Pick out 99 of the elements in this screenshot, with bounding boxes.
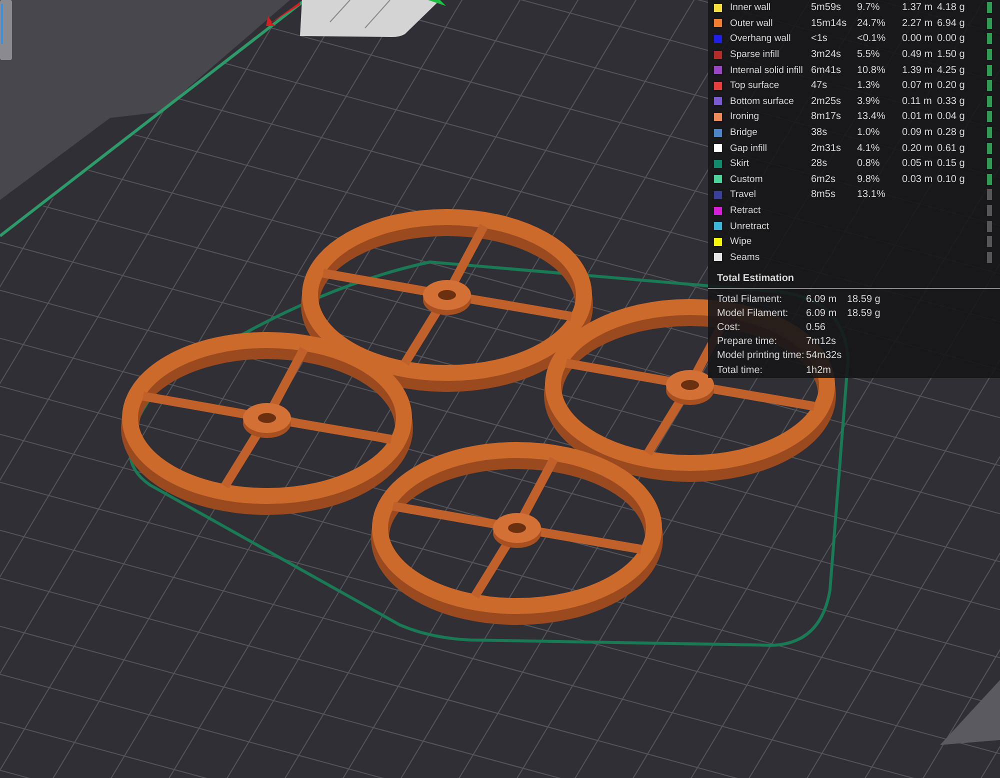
section-title: Total Estimation: [717, 272, 796, 286]
feature-name: Outer wall: [730, 18, 774, 29]
filament-weight: 0.00 g: [937, 33, 966, 44]
feature-name: Bridge: [730, 127, 758, 138]
print-time: 15m14s: [811, 18, 848, 29]
filament-weight: 1.50 g: [937, 49, 966, 60]
time-percent: 1.3%: [857, 80, 881, 92]
print-time: 6m41s: [811, 64, 842, 76]
estimate-label: Model Filament:: [717, 308, 790, 319]
estimate-value: 6.09 m: [806, 294, 838, 305]
print-time: 2m31s: [811, 142, 842, 154]
feature-name: Internal solid infill: [730, 64, 804, 76]
filament-weight: 0.61 g: [937, 142, 966, 154]
feature-name: Travel: [730, 189, 758, 200]
visibility-checkbox[interactable]: [987, 189, 992, 200]
visibility-checkbox[interactable]: [987, 127, 992, 138]
filament-length: 0.09 m: [902, 127, 934, 138]
print-time: 47s: [811, 80, 828, 92]
feature-name: Wipe: [730, 236, 753, 248]
feature-name: Retract: [730, 205, 762, 216]
feature-name: Sparse infill: [730, 49, 780, 60]
print-time: 8m5s: [811, 189, 836, 200]
print-time: <1s: [811, 33, 828, 44]
feature-name: Ironing: [730, 111, 760, 122]
filament-weight: 0.20 g: [937, 80, 966, 92]
filament-length: 0.20 m: [902, 142, 934, 154]
feature-name: Bottom surface: [730, 96, 795, 107]
time-percent: 1.0%: [857, 127, 881, 138]
visibility-checkbox[interactable]: [987, 174, 992, 185]
filament-weight: 0.15 g: [937, 158, 966, 170]
estimate-label: Total time:: [717, 364, 764, 376]
time-percent: 9.8%: [857, 174, 881, 185]
feature-name: Gap infill: [730, 142, 768, 154]
visibility-checkbox[interactable]: [987, 142, 992, 154]
filament-weight: 0.10 g: [937, 174, 966, 185]
feature-name: Custom: [730, 174, 764, 185]
print-time: 5m59s: [811, 2, 842, 14]
filament-length: 0.05 m: [902, 158, 934, 170]
estimate-label: Cost:: [717, 322, 742, 334]
time-percent: 4.1%: [857, 142, 881, 154]
time-percent: 3.9%: [857, 96, 881, 107]
time-percent: 13.1%: [857, 189, 886, 200]
visibility-checkbox[interactable]: [987, 2, 992, 14]
estimate-label: Total Filament:: [717, 294, 784, 305]
feature-name: Seams: [730, 252, 761, 263]
print-time: 8m17s: [811, 111, 842, 122]
filament-length: 2.27 m: [902, 18, 934, 29]
feature-name: Top surface: [730, 80, 780, 92]
time-percent: 9.7%: [857, 2, 881, 14]
visibility-checkbox[interactable]: [987, 33, 992, 44]
filament-weight: 6.94 g: [937, 18, 966, 29]
estimate-value: 18.59 g: [847, 294, 880, 305]
visibility-checkbox[interactable]: [987, 64, 992, 76]
feature-name: Unretract: [730, 220, 770, 232]
feature-name: Overhang wall: [730, 33, 792, 44]
filament-length: 0.03 m: [902, 174, 934, 185]
filament-length: 0.01 m: [902, 111, 934, 122]
visibility-checkbox[interactable]: [987, 80, 992, 92]
filament-weight: 4.18 g: [937, 2, 966, 14]
filament-weight: 0.33 g: [937, 96, 966, 107]
filament-length: 0.00 m: [902, 33, 934, 44]
filament-length: 1.37 m: [902, 2, 934, 14]
print-time: 6m2s: [811, 174, 836, 185]
time-percent: 5.5%: [857, 49, 881, 60]
estimate-value: 1h2m: [806, 364, 832, 376]
filament-length: 1.39 m: [902, 64, 934, 76]
time-percent: 10.8%: [857, 64, 886, 76]
filament-length: 0.07 m: [902, 80, 934, 92]
print-time: 2m25s: [811, 96, 842, 107]
visibility-checkbox[interactable]: [987, 220, 992, 232]
visibility-checkbox[interactable]: [987, 205, 992, 216]
time-percent: <0.1%: [857, 33, 887, 44]
visibility-checkbox[interactable]: [987, 96, 992, 107]
feature-name: Skirt: [730, 158, 750, 170]
time-percent: 24.7%: [857, 18, 886, 29]
visibility-checkbox[interactable]: [987, 49, 992, 60]
visibility-checkbox[interactable]: [987, 111, 992, 122]
estimate-value: 0.56: [806, 322, 826, 334]
filament-weight: 0.04 g: [937, 111, 966, 122]
estimate-value: 54m32s: [806, 350, 843, 362]
estimate-value: 18.59 g: [847, 308, 880, 319]
visibility-checkbox[interactable]: [987, 252, 992, 263]
visibility-checkbox[interactable]: [987, 158, 992, 170]
filament-weight: 4.25 g: [937, 64, 966, 76]
visibility-checkbox[interactable]: [987, 18, 992, 29]
filament-weight: 0.28 g: [937, 127, 966, 138]
estimate-value: 6.09 m: [806, 308, 838, 319]
print-time: 38s: [811, 127, 828, 138]
estimate-value: 7m12s: [806, 336, 838, 348]
feature-name: Inner wall: [730, 2, 772, 14]
filament-length: 0.11 m: [902, 96, 933, 107]
print-time: 28s: [811, 158, 828, 170]
filament-length: 0.49 m: [902, 49, 934, 60]
print-time: 3m24s: [811, 49, 842, 60]
visibility-checkbox[interactable]: [987, 236, 992, 248]
time-percent: 13.4%: [857, 111, 886, 122]
time-percent: 0.8%: [857, 158, 881, 170]
estimate-label: Prepare time:: [717, 336, 778, 348]
estimate-label: Model printing time:: [717, 350, 806, 362]
